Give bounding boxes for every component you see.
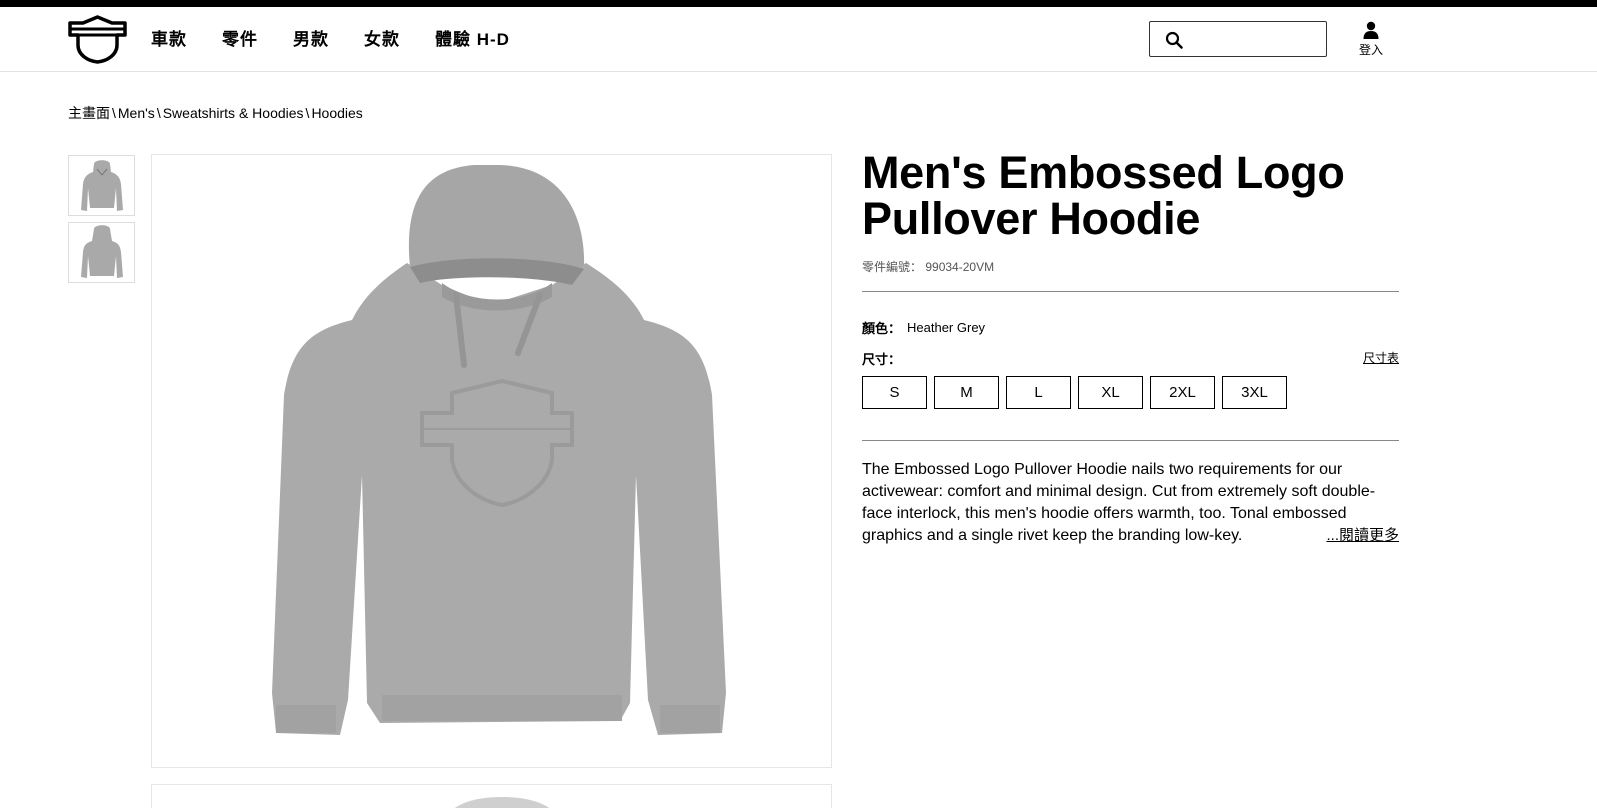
color-label: 顏色：: [862, 321, 902, 336]
search-input[interactable]: [1190, 26, 1320, 52]
top-bar: [0, 0, 1597, 7]
nav-item-parts[interactable]: 零件: [222, 27, 258, 53]
description-fade: [1259, 525, 1319, 547]
size-option-m[interactable]: M: [934, 376, 999, 409]
product-title: Men's Embossed Logo Pullover Hoodie: [862, 147, 1345, 244]
thumbnail-list: [68, 155, 135, 289]
nav-item-motorcycles[interactable]: 車款: [151, 27, 187, 53]
product-main-image[interactable]: [151, 154, 832, 768]
product-info: Men's Embossed Logo Pullover Hoodie 零件編號…: [862, 150, 1399, 547]
size-option-xl[interactable]: XL: [1078, 376, 1143, 409]
size-header: 尺寸： 尺寸表: [862, 349, 1399, 368]
breadcrumb-separator: \: [156, 105, 161, 121]
divider: [862, 440, 1399, 441]
read-more-link[interactable]: ...閱讀更多: [1324, 525, 1399, 547]
breadcrumb-separator: \: [112, 105, 116, 121]
breadcrumb-sweatshirts[interactable]: Sweatshirts & Hoodies: [163, 105, 304, 121]
size-option-3xl[interactable]: 3XL: [1222, 376, 1287, 409]
product-description: The Embossed Logo Pullover Hoodie nails …: [862, 459, 1399, 547]
harley-davidson-logo-icon[interactable]: [67, 15, 128, 64]
breadcrumb-separator: \: [305, 105, 310, 121]
breadcrumb-mens[interactable]: Men's: [118, 105, 155, 121]
login-label: 登入: [1358, 43, 1383, 57]
user-icon: [1363, 21, 1379, 39]
product-secondary-image[interactable]: [151, 784, 832, 808]
size-option-s[interactable]: S: [862, 376, 927, 409]
search-box[interactable]: [1149, 21, 1327, 57]
site-header: 車款 零件 男款 女款 體驗 H-D 登入: [0, 7, 1597, 72]
size-label: 尺寸：: [862, 352, 902, 367]
part-number: 零件編號： 99034-20VM: [862, 258, 1399, 275]
hoodie-front-image: [272, 165, 726, 735]
part-number-label: 零件編號：: [862, 260, 923, 274]
login-button[interactable]: 登入: [1355, 21, 1387, 58]
color-value: Heather Grey: [907, 320, 986, 335]
main-nav: 車款 零件 男款 女款 體驗 H-D: [151, 27, 545, 53]
breadcrumb-hoodies[interactable]: Hoodies: [311, 105, 362, 121]
thumbnail-back[interactable]: [68, 222, 135, 283]
part-number-value: 99034-20VM: [925, 260, 995, 274]
size-options: S M L XL 2XL 3XL: [862, 376, 1399, 409]
nav-item-women[interactable]: 女款: [364, 27, 400, 53]
hoodie-front-thumbnail-image: [80, 159, 123, 211]
nav-item-experience[interactable]: 體驗 H-D: [435, 27, 510, 53]
size-chart-link[interactable]: 尺寸表: [1363, 349, 1399, 368]
search-icon[interactable]: [1165, 31, 1183, 49]
breadcrumb: 主畫面 \ Men's \ Sweatshirts & Hoodies \ Ho…: [68, 103, 363, 123]
divider: [862, 291, 1399, 292]
breadcrumb-home[interactable]: 主畫面: [68, 103, 110, 123]
size-option-2xl[interactable]: 2XL: [1150, 376, 1215, 409]
thumbnail-front[interactable]: [68, 155, 135, 216]
size-option-l[interactable]: L: [1006, 376, 1071, 409]
hoodie-back-thumbnail-image: [80, 224, 123, 278]
hoodie-back-image: [454, 797, 550, 808]
nav-item-men[interactable]: 男款: [293, 27, 329, 53]
color-row: 顏色： Heather Grey: [862, 318, 1399, 337]
